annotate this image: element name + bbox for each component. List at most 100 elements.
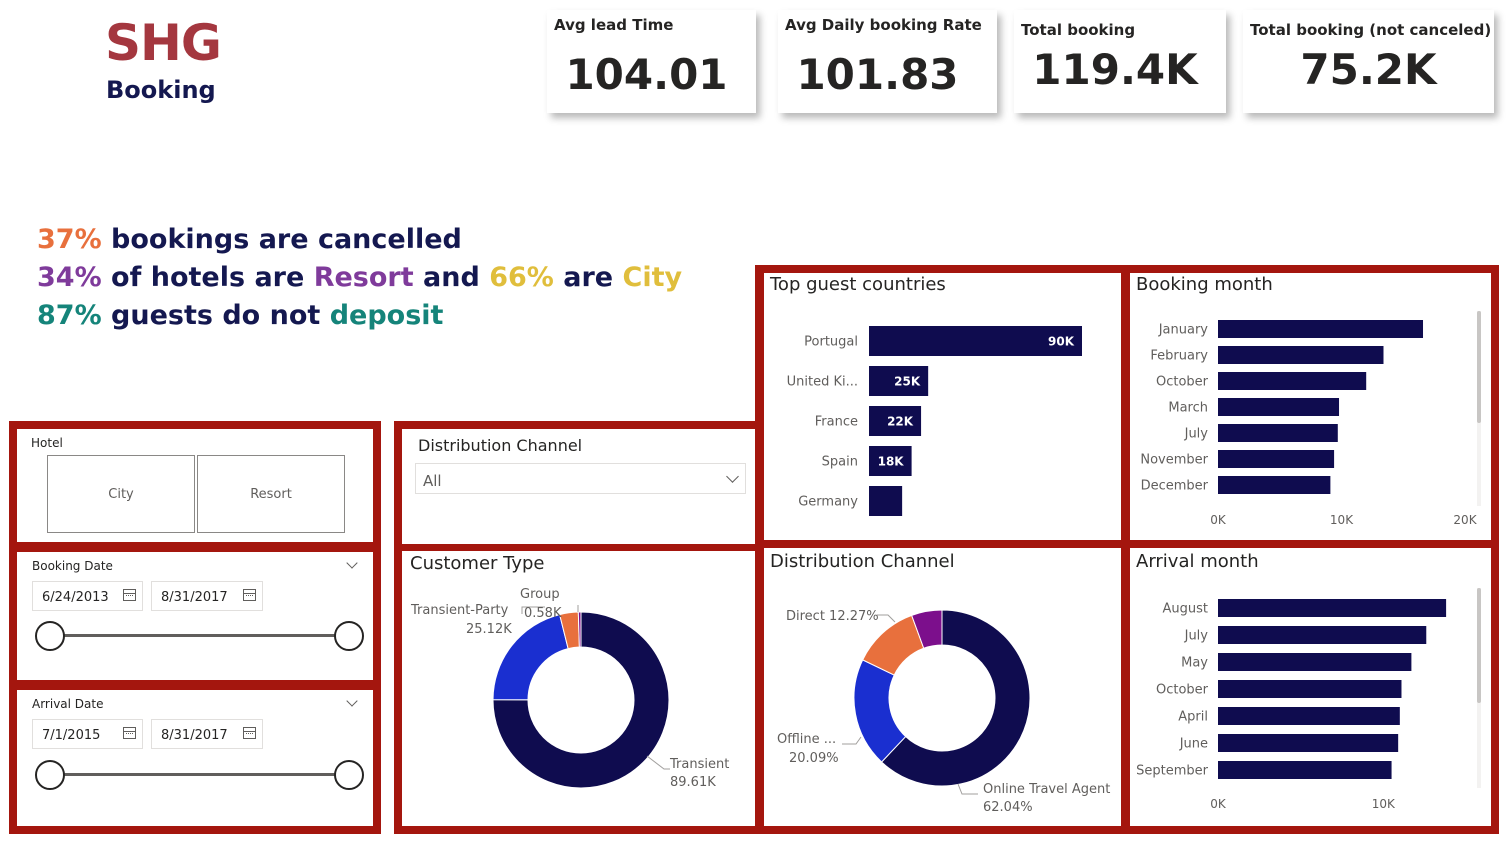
kpi-card-total-not-canceled: Total booking (not canceled) 75.2K	[1243, 10, 1494, 113]
slice-label: Online Travel Agent	[983, 782, 1110, 797]
bar[interactable]	[1218, 476, 1331, 494]
kpi-value: 104.01	[565, 50, 728, 99]
insight-text: of hotels are	[101, 262, 314, 293]
category-label: January	[1158, 323, 1209, 338]
bar[interactable]	[1218, 346, 1384, 364]
distribution-channel-donut: Direct 12.27% Offline ... 20.09% Online …	[777, 609, 1110, 815]
axis-tick-label: 20K	[1453, 513, 1477, 527]
date-value: 8/31/2017	[161, 590, 228, 605]
kpi-value: 119.4K	[1032, 45, 1198, 94]
arrival-date-start-input[interactable]: 7/1/2015	[32, 719, 143, 749]
brand-title: SHG	[105, 14, 222, 72]
data-label: 22K	[887, 415, 914, 429]
category-label: September	[1136, 764, 1209, 779]
bar[interactable]	[869, 486, 903, 516]
top-guest-countries-bars: Portugal 90K United Ki... 25K France 22K Spain…	[787, 326, 1082, 516]
category-label: October	[1156, 375, 1209, 390]
booking-date-track[interactable]	[50, 634, 348, 637]
hotel-option-resort[interactable]: Resort	[197, 455, 345, 533]
booking-date-end-input[interactable]: 8/31/2017	[151, 581, 263, 611]
calendar-icon[interactable]	[243, 727, 256, 739]
bar[interactable]	[1218, 761, 1392, 779]
arrival-date-slicer: Arrival Date 7/1/2015 8/31/2017	[17, 690, 373, 826]
bar[interactable]	[1218, 626, 1427, 644]
insight-text: bookings are cancelled	[101, 224, 462, 255]
data-label: 90K	[1048, 335, 1075, 349]
category-label: November	[1140, 453, 1208, 468]
date-value: 8/31/2017	[161, 728, 228, 743]
scrollbar-thumb[interactable]	[1477, 588, 1481, 703]
insight-pct: 37%	[37, 224, 102, 255]
category-label: February	[1150, 349, 1208, 364]
arrival-month-panel: Arrival month August July May October April J…	[1130, 548, 1491, 826]
calendar-icon[interactable]	[243, 589, 256, 601]
chevron-down-icon[interactable]	[346, 695, 358, 707]
kpi-card-avg-lead-time: Avg lead Time 104.01	[547, 10, 756, 113]
calendar-icon[interactable]	[123, 727, 136, 739]
slice-label: 0.58K	[524, 606, 562, 621]
booking-month-bars: January February October March July November D…	[1140, 320, 1478, 527]
bar[interactable]	[1218, 450, 1335, 468]
insight-resort: Resort	[313, 262, 414, 293]
bar[interactable]	[1218, 424, 1338, 442]
bar[interactable]	[1218, 734, 1399, 752]
arrival-date-track[interactable]	[50, 773, 348, 776]
booking-date-start-input[interactable]: 6/24/2013	[32, 581, 143, 611]
insight-hotel-split: 34% of hotels are Resort and 66% are Cit…	[37, 262, 682, 293]
booking-date-label: Booking Date	[32, 559, 113, 573]
category-label: March	[1168, 401, 1208, 416]
slice-label: 20.09%	[789, 751, 839, 766]
bar[interactable]	[1218, 320, 1424, 338]
booking-date-slicer: Booking Date 6/24/2013 8/31/2017	[17, 552, 373, 680]
brand-subtitle: Booking	[106, 76, 216, 104]
insight-pct: 34%	[37, 262, 102, 293]
insight-pct: 66%	[489, 262, 554, 293]
customer-type-panel: Customer Type Transient-Party 25.12K Gro…	[402, 551, 758, 826]
arrival-date-end-input[interactable]: 8/31/2017	[151, 719, 263, 749]
insight-cancelled: 37% bookings are cancelled	[37, 224, 462, 255]
insight-deposit-word: deposit	[329, 300, 444, 331]
bar[interactable]	[1218, 653, 1412, 671]
arrival-date-start-handle[interactable]	[35, 760, 65, 790]
insight-city: City	[622, 262, 683, 293]
chevron-down-icon[interactable]	[346, 557, 358, 569]
category-label: August	[1163, 602, 1209, 617]
kpi-label: Total booking (not canceled)	[1250, 21, 1492, 39]
hotel-option-city[interactable]: City	[47, 455, 195, 533]
bar[interactable]	[1218, 398, 1340, 416]
bar[interactable]	[1218, 372, 1367, 390]
category-label: June	[1179, 737, 1208, 752]
category-label: Portugal	[804, 335, 858, 350]
booking-month-panel: Booking month January February October Marc…	[1130, 273, 1491, 540]
slice-label: Transient-Party	[410, 603, 509, 618]
slice-label: Transient	[669, 757, 729, 772]
arrival-date-end-handle[interactable]	[334, 760, 364, 790]
category-label: United Ki...	[787, 375, 858, 390]
booking-date-start-handle[interactable]	[35, 621, 65, 651]
hotel-slicer: Hotel City Resort	[17, 429, 373, 542]
date-value: 7/1/2015	[42, 728, 101, 743]
insight-text: guests do not	[101, 300, 330, 331]
category-label: July	[1184, 629, 1209, 644]
calendar-icon[interactable]	[123, 589, 136, 601]
slice-label: 62.04%	[983, 800, 1033, 815]
arrival-month-bars: August July May October April June September 0K…	[1136, 599, 1447, 811]
insight-text: and	[413, 262, 490, 293]
distribution-channel-slicer-label: Distribution Channel	[418, 436, 583, 455]
distribution-channel-dropdown[interactable]: All	[415, 463, 746, 494]
kpi-value: 75.2K	[1300, 45, 1437, 94]
slice-label: Offline ...	[777, 732, 836, 747]
bar[interactable]	[1218, 680, 1402, 698]
insight-deposit: 87% guests do not deposit	[37, 300, 443, 331]
kpi-label: Total booking	[1021, 21, 1136, 39]
scrollbar-thumb[interactable]	[1477, 311, 1481, 423]
distribution-channel-slicer: Distribution Channel All	[402, 429, 758, 544]
bar[interactable]	[1218, 707, 1400, 725]
axis-tick-label: 10K	[1330, 513, 1354, 527]
bar[interactable]	[1218, 599, 1447, 617]
booking-date-end-handle[interactable]	[334, 621, 364, 651]
date-value: 6/24/2013	[42, 590, 109, 605]
category-label: May	[1181, 656, 1208, 671]
slice-label: Direct 12.27%	[786, 609, 879, 624]
customer-type-donut: Transient-Party 25.12K Group 0.58K Trans…	[410, 587, 729, 790]
